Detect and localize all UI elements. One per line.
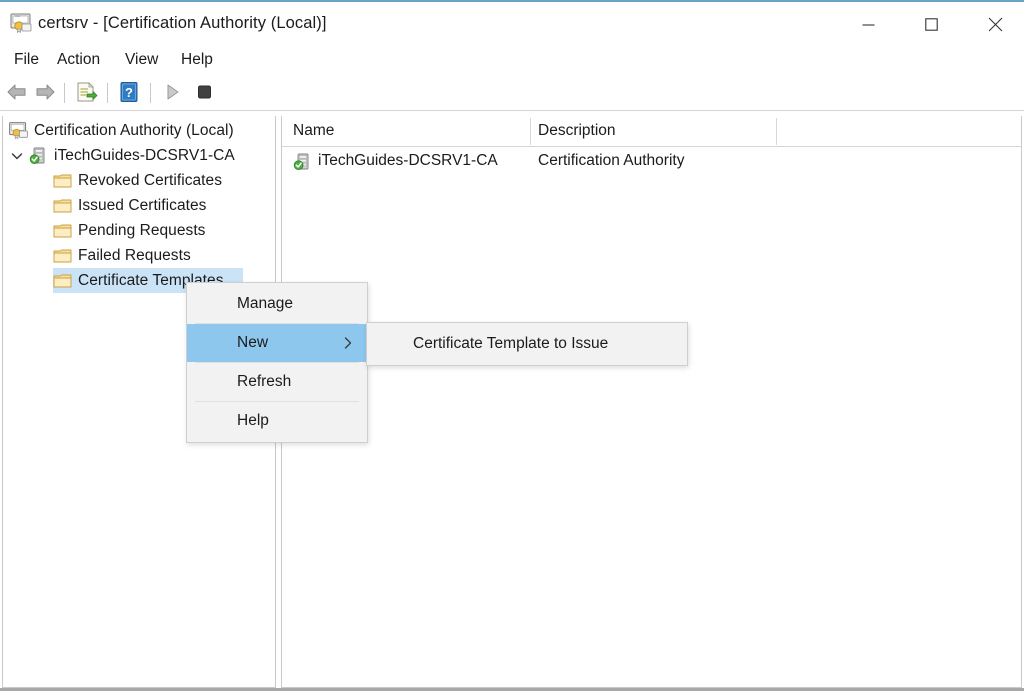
- context-menu-item-label: New: [237, 334, 269, 351]
- context-menu: Manage New Refresh Help: [186, 282, 368, 443]
- maximize-button[interactable]: [908, 4, 954, 44]
- column-divider[interactable]: [530, 118, 531, 145]
- certification-authority-icon: [9, 122, 28, 140]
- certification-authority-icon: [10, 13, 32, 34]
- svg-text:?: ?: [125, 85, 133, 100]
- folder-icon: [53, 272, 72, 289]
- table-row[interactable]: iTechGuides-DCSRV1-CA Certification Auth…: [282, 147, 1021, 175]
- column-divider[interactable]: [776, 118, 777, 145]
- forward-icon[interactable]: [32, 80, 58, 106]
- column-header-name[interactable]: Name: [293, 122, 334, 140]
- ca-server-icon: [293, 153, 312, 170]
- tree-node-failed-requests[interactable]: Failed Requests: [53, 243, 271, 268]
- menu-bar: File Action View Help: [0, 44, 1024, 74]
- tree-node-itechguides-dcsrv1-ca[interactable]: iTechGuides-DCSRV1-CA: [9, 143, 271, 168]
- help-icon[interactable]: ?: [116, 80, 142, 106]
- list-header: Name Description: [282, 116, 1021, 147]
- tree-node-label: Revoked Certificates: [78, 171, 223, 189]
- window-title: certsrv - [Certification Authority (Loca…: [38, 14, 327, 32]
- tree-node-label: Issued Certificates: [78, 196, 207, 214]
- tree-node-revoked-certificates[interactable]: Revoked Certificates: [53, 168, 271, 193]
- list-cell-name: iTechGuides-DCSRV1-CA: [293, 152, 498, 170]
- folder-icon: [53, 247, 72, 264]
- close-button[interactable]: [972, 4, 1018, 44]
- context-menu-item-help[interactable]: Help: [187, 402, 367, 440]
- menu-item-help[interactable]: Help: [176, 49, 218, 71]
- tree-node-issued-certificates[interactable]: Issued Certificates: [53, 193, 271, 218]
- minimize-button[interactable]: [845, 4, 891, 44]
- context-menu-item-manage[interactable]: Manage: [187, 285, 367, 323]
- chevron-right-icon: [343, 336, 353, 350]
- context-menu-item-new[interactable]: New: [187, 324, 367, 362]
- tree-node-label: Failed Requests: [78, 246, 191, 264]
- tree-node-label: Pending Requests: [78, 221, 206, 239]
- toolbar-separator: [107, 83, 108, 103]
- ca-server-icon: [29, 147, 48, 164]
- export-list-icon[interactable]: [73, 80, 99, 106]
- tree-node-certification-authority-local[interactable]: Certification Authority (Local): [9, 118, 271, 143]
- menu-item-file[interactable]: File: [9, 49, 44, 71]
- tree-node-label: Certification Authority (Local): [34, 121, 234, 139]
- toolbar-separator: [150, 83, 151, 103]
- folder-icon: [53, 197, 72, 214]
- title-bar: certsrv - [Certification Authority (Loca…: [0, 2, 1024, 44]
- start-icon[interactable]: [159, 80, 185, 106]
- menu-item-view[interactable]: View: [120, 49, 163, 71]
- window-bottom-border: [0, 688, 1024, 691]
- folder-icon: [53, 172, 72, 189]
- column-header-description[interactable]: Description: [538, 122, 616, 140]
- toolbar-separator: [64, 83, 65, 103]
- chevron-down-icon[interactable]: [9, 148, 25, 164]
- certsrv-window: certsrv - [Certification Authority (Loca…: [0, 0, 1024, 694]
- back-icon[interactable]: [4, 80, 30, 106]
- submenu-item-certificate-template-to-issue[interactable]: Certificate Template to Issue: [367, 325, 687, 363]
- context-menu-item-refresh[interactable]: Refresh: [187, 363, 367, 401]
- context-submenu-new: Certificate Template to Issue: [366, 322, 688, 366]
- toolbar: ?: [0, 76, 1024, 111]
- results-list-panel: Name Description iTechGuides-DCSRV1-CA C…: [281, 116, 1022, 688]
- tree-node-pending-requests[interactable]: Pending Requests: [53, 218, 271, 243]
- folder-icon: [53, 222, 72, 239]
- menu-item-action[interactable]: Action: [52, 49, 105, 71]
- list-row-name: iTechGuides-DCSRV1-CA: [318, 152, 498, 169]
- tree-node-label: iTechGuides-DCSRV1-CA: [54, 146, 235, 164]
- list-row-description: Certification Authority: [538, 152, 685, 169]
- stop-icon[interactable]: [191, 80, 217, 106]
